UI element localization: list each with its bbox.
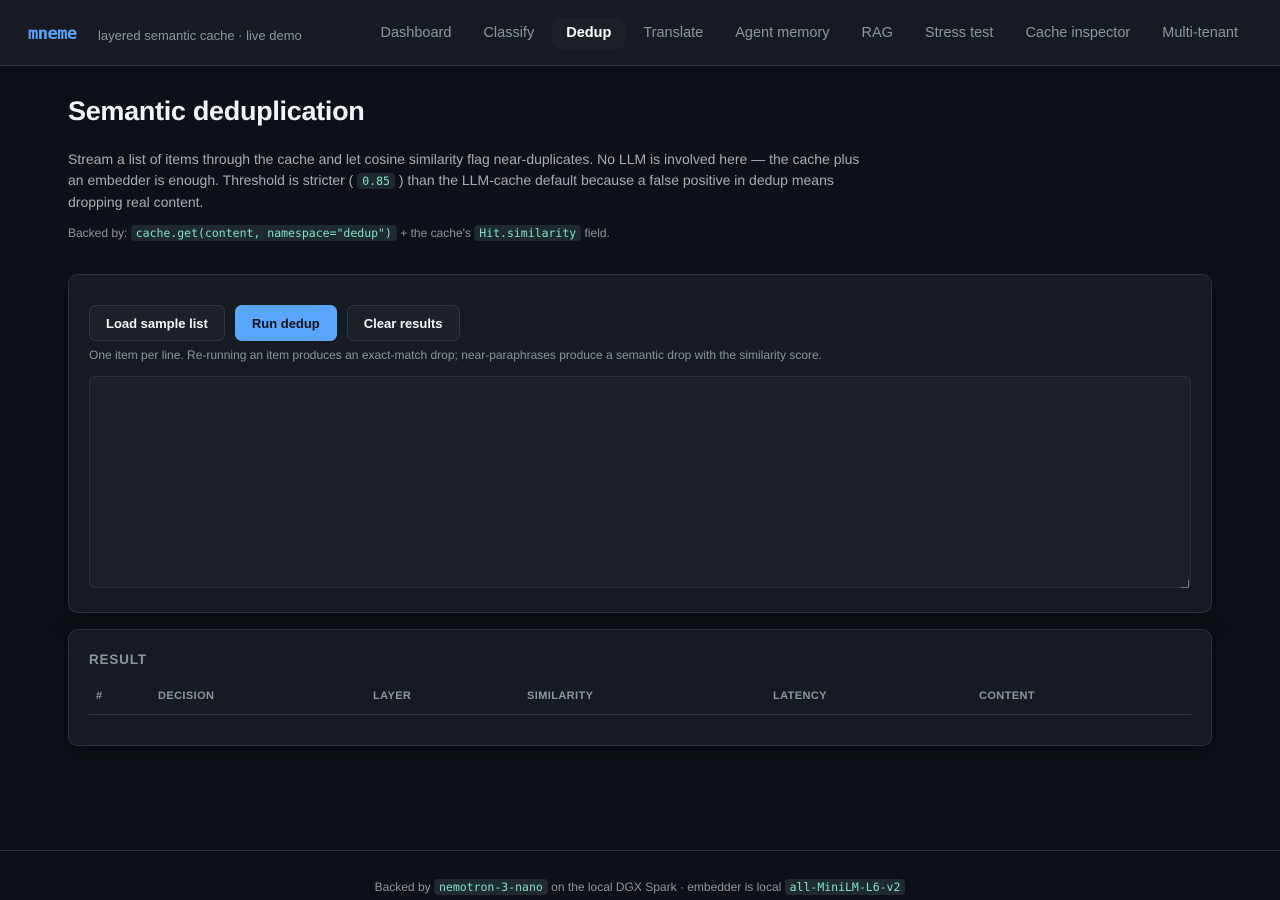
col-similarity: SIMILARITY bbox=[527, 690, 594, 702]
cache-get-code: cache.get(content, namespace="dedup") bbox=[130, 225, 397, 241]
backed-prefix: Backed by: bbox=[68, 226, 128, 240]
brand-tagline: layered semantic cache · live demo bbox=[98, 28, 302, 43]
input-hint: One item per line. Re-running an item pr… bbox=[89, 348, 823, 362]
items-textarea[interactable] bbox=[89, 376, 1191, 588]
clear-results-button[interactable]: Clear results bbox=[346, 305, 460, 341]
backed-mid: + the cache's bbox=[400, 226, 471, 240]
nav-classify[interactable]: Classify bbox=[469, 17, 548, 49]
col-index: # bbox=[96, 690, 103, 702]
footer-embedder-code: all-MiniLM-L6-v2 bbox=[784, 879, 906, 895]
nav-agent-memory[interactable]: Agent memory bbox=[721, 17, 843, 49]
brand-logo[interactable]: mneme bbox=[28, 24, 77, 44]
footer-divider bbox=[0, 850, 1280, 851]
col-latency: LATENCY bbox=[773, 690, 827, 702]
main-nav: Dashboard Classify Dedup Translate Agent… bbox=[363, 17, 1252, 49]
resize-handle-icon[interactable] bbox=[1181, 580, 1189, 588]
threshold-code: 0.85 bbox=[357, 173, 395, 189]
page-description: Stream a list of items through the cache… bbox=[68, 149, 868, 213]
page-header: Semantic deduplication Stream a list of … bbox=[68, 96, 1212, 241]
nav-stress-test[interactable]: Stress test bbox=[911, 17, 1008, 49]
footer-middle: on the local DGX Spark · embedder is loc… bbox=[551, 880, 782, 894]
backed-by-note: Backed by: cache.get(content, namespace=… bbox=[68, 225, 1212, 241]
col-decision: DECISION bbox=[158, 690, 215, 702]
run-dedup-button[interactable]: Run dedup bbox=[234, 305, 337, 341]
top-nav-bar: mneme layered semantic cache · live demo… bbox=[0, 0, 1280, 66]
nav-multi-tenant[interactable]: Multi-tenant bbox=[1148, 17, 1252, 49]
nav-cache-inspector[interactable]: Cache inspector bbox=[1011, 17, 1144, 49]
page-title: Semantic deduplication bbox=[68, 96, 365, 126]
load-sample-button[interactable]: Load sample list bbox=[89, 305, 225, 341]
footer-model-code: nemotron-3-nano bbox=[433, 879, 548, 895]
nav-dedup[interactable]: Dedup bbox=[552, 17, 626, 49]
backed-suffix: field. bbox=[584, 226, 610, 240]
nav-rag[interactable]: RAG bbox=[848, 17, 907, 49]
action-buttons: Load sample list Run dedup Clear results bbox=[89, 305, 460, 341]
hit-similarity-code: Hit.similarity bbox=[474, 225, 582, 241]
nav-dashboard[interactable]: Dashboard bbox=[367, 17, 466, 49]
result-table-header: # DECISION LAYER SIMILARITY LATENCY CONT… bbox=[89, 690, 1191, 715]
footer-prefix: Backed by bbox=[374, 880, 431, 894]
footer: Backed by nemotron-3-nano on the local D… bbox=[0, 879, 1280, 895]
result-card: RESULT # DECISION LAYER SIMILARITY LATEN… bbox=[68, 629, 1212, 746]
col-layer: LAYER bbox=[373, 690, 412, 702]
col-content: CONTENT bbox=[979, 690, 1035, 702]
nav-translate[interactable]: Translate bbox=[629, 17, 717, 49]
result-title: RESULT bbox=[89, 652, 147, 667]
dedup-input-card: Load sample list Run dedup Clear results… bbox=[68, 274, 1212, 613]
